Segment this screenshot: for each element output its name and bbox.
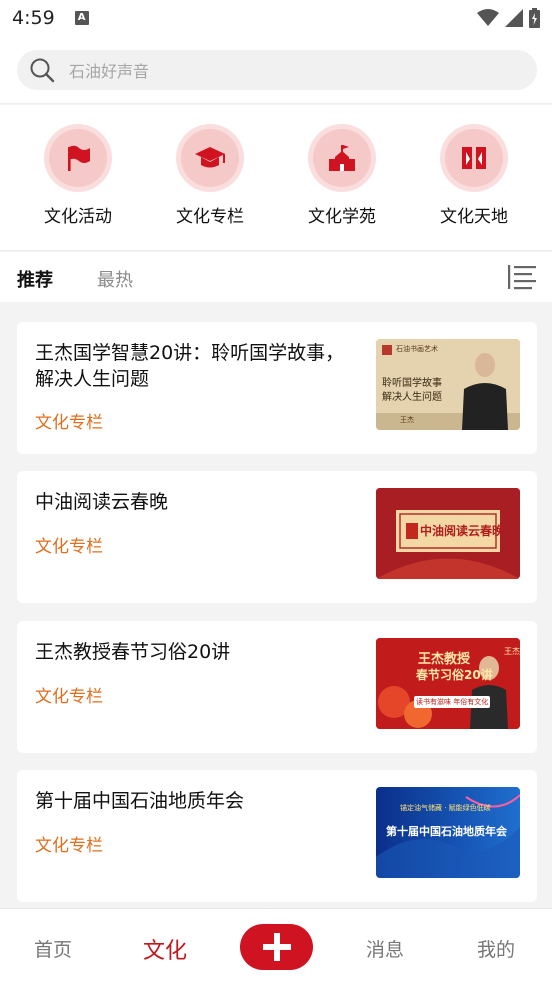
book-icon (462, 147, 486, 169)
header: 石油好声音 (0, 36, 552, 104)
graduation-cap-icon (195, 147, 225, 168)
signal-icon (505, 9, 523, 27)
category-culture-world[interactable]: 文化天地 (408, 105, 540, 251)
publish-button[interactable] (240, 924, 313, 970)
thumbnail-banner: 中油阅读云春晚 (420, 524, 505, 538)
article-tag[interactable]: 文化专栏 (35, 682, 103, 707)
thumbnail-side-text: 王杰 (504, 647, 520, 656)
search-placeholder: 石油好声音 (69, 62, 150, 81)
article-thumbnail[interactable]: 中油阅读云春晚 (376, 488, 520, 579)
bottom-nav: 首页 文化 消息 我的 (0, 908, 552, 983)
flag-icon (68, 145, 90, 171)
status-time: 4:59 (12, 7, 55, 29)
article-card[interactable]: 王杰教授春节习俗20讲 文化专栏 王杰教授 春节习俗20讲 读书有滋味 年俗有文… (17, 621, 537, 753)
nav-culture[interactable]: 文化 (143, 933, 187, 965)
thumbnail-top-text: 石油书画艺术 (396, 345, 438, 353)
status-bar: 4:59 A (0, 0, 552, 36)
article-tag[interactable]: 文化专栏 (35, 408, 103, 433)
thumbnail-main-text: 第十届中国石油地质年会 (386, 825, 507, 838)
category-culture-column[interactable]: 文化专栏 (144, 105, 276, 251)
list-menu-icon[interactable] (508, 264, 536, 290)
feed-tabs: 推荐 最热 (0, 252, 552, 302)
article-title: 第十届中国石油地质年会 (35, 790, 245, 812)
thumbnail-footer: 王杰 (400, 416, 414, 424)
nav-messages[interactable]: 消息 (366, 935, 404, 962)
plus-icon (262, 933, 291, 961)
thumbnail-sub-text: 春节习俗20讲 (416, 668, 493, 682)
status-icons (477, 8, 540, 28)
tab-hot[interactable]: 最热 (97, 266, 133, 292)
article-card[interactable]: 王杰国学智慧20讲：聆听国学故事，解决人生问题 文化专栏 石油书画艺术 聆听国学… (17, 322, 537, 454)
article-card[interactable]: 第十届中国石油地质年会 文化专栏 锚定油气储藏 · 赋能绿色低碳 第十届中国石油… (17, 770, 537, 902)
thumbnail-top-text: 锚定油气储藏 · 赋能绿色低碳 (400, 804, 491, 812)
article-thumbnail[interactable]: 王杰教授 春节习俗20讲 读书有滋味 年俗有文化 王杰 (376, 638, 520, 729)
nav-home[interactable]: 首页 (34, 935, 72, 962)
category-label: 文化专栏 (176, 207, 244, 227)
article-title: 王杰国学智慧20讲：聆听国学故事，解决人生问题 (35, 342, 345, 390)
article-tag[interactable]: 文化专栏 (35, 831, 103, 856)
category-label: 文化活动 (44, 207, 112, 227)
search-icon (30, 58, 55, 83)
nav-mine[interactable]: 我的 (477, 935, 515, 962)
article-thumbnail[interactable]: 锚定油气储藏 · 赋能绿色低碳 第十届中国石油地质年会 (376, 787, 520, 878)
school-building-icon (329, 145, 355, 171)
search-bar[interactable]: 石油好声音 (17, 50, 537, 90)
article-title: 王杰教授春节习俗20讲 (35, 641, 231, 663)
article-card[interactable]: 中油阅读云春晚 文化专栏 中油阅读云春晚 (17, 471, 537, 603)
battery-icon (529, 8, 540, 28)
category-culture-activity[interactable]: 文化活动 (12, 105, 144, 251)
wifi-icon (477, 9, 499, 26)
category-label: 文化学苑 (308, 207, 376, 227)
category-label: 文化天地 (440, 207, 508, 227)
article-title: 中油阅读云春晚 (35, 491, 169, 513)
article-thumbnail[interactable]: 石油书画艺术 聆听国学故事 解决人生问题 王杰 (376, 339, 520, 430)
notification-icon: A (74, 11, 89, 25)
article-tag[interactable]: 文化专栏 (35, 532, 103, 557)
category-culture-academy[interactable]: 文化学苑 (276, 105, 408, 251)
tab-recommended[interactable]: 推荐 (17, 266, 53, 292)
thumbnail-ribbon: 读书有滋味 年俗有文化 (416, 698, 489, 706)
thumbnail-main-text: 王杰教授 (418, 652, 471, 667)
thumbnail-main-text: 聆听国学故事 解决人生问题 (382, 378, 442, 403)
category-grid: 文化活动 文化专栏 文化学苑 文化天地 (0, 105, 552, 251)
